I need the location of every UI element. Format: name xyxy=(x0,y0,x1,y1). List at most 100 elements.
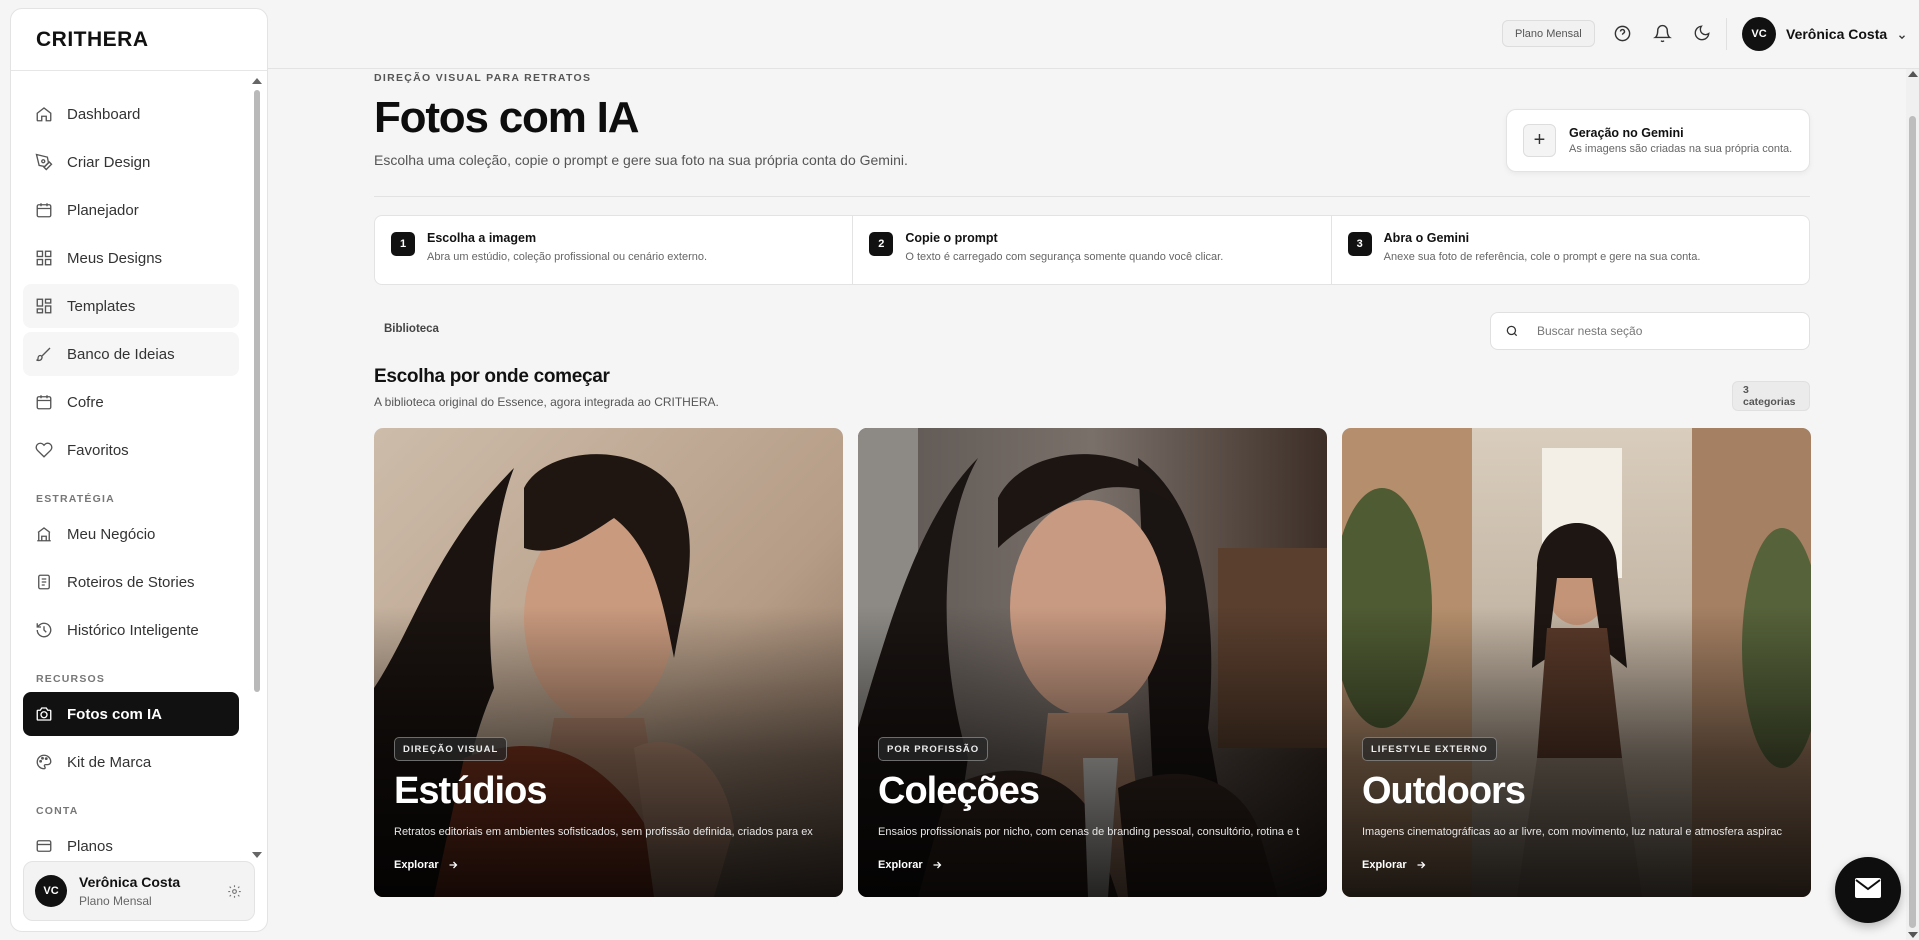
card-desc: Retratos editoriais em ambientes sofisti… xyxy=(394,826,813,838)
scroll-down-arrow-icon[interactable] xyxy=(1908,932,1918,938)
section-label-recursos: RECURSOS xyxy=(36,673,106,685)
grid-icon xyxy=(35,249,53,267)
step-desc: Abra um estúdio, coleção profissional ou… xyxy=(427,251,708,263)
sidebar-item-label: Planos xyxy=(67,837,113,853)
steps-panel: 1 Escolha a imagem Abra um estúdio, cole… xyxy=(374,215,1810,285)
bell-icon[interactable] xyxy=(1651,22,1673,44)
sidebar-nav: Dashboard Criar Design Planejador Meus D… xyxy=(11,72,267,852)
explore-link[interactable]: Explorar xyxy=(878,859,943,871)
scroll-up-arrow-icon[interactable] xyxy=(1908,71,1918,77)
sidebar-item-label: Criar Design xyxy=(67,153,151,171)
sidebar-scroll-thumb[interactable] xyxy=(254,90,260,692)
pen-tool-icon xyxy=(35,153,53,171)
sidebar-item-fotos-com-ia[interactable]: Fotos com IA xyxy=(23,692,239,736)
sidebar-item-label: Histórico Inteligente xyxy=(67,621,199,639)
gemini-generation-card[interactable]: + Geração no Gemini As imagens são criad… xyxy=(1506,109,1810,172)
plus-icon[interactable]: + xyxy=(1523,124,1556,157)
sidebar-item-dashboard[interactable]: Dashboard xyxy=(23,92,239,136)
topbar: Plano Mensal VC Verônica Costa xyxy=(268,0,1919,69)
category-count-badge: 3 categorias xyxy=(1732,381,1810,411)
card-title: Outdoors xyxy=(1362,770,1526,812)
sidebar-item-kit-de-marca[interactable]: Kit de Marca xyxy=(23,740,239,784)
sidebar-item-label: Dashboard xyxy=(67,105,141,123)
explore-link[interactable]: Explorar xyxy=(394,859,459,871)
page-scrollbar[interactable] xyxy=(1906,69,1919,940)
user-name: Verônica Costa xyxy=(1786,26,1888,42)
step-number: 1 xyxy=(391,232,415,256)
sidebar-item-label: Planejador xyxy=(67,201,139,219)
sidebar-scrollbar[interactable] xyxy=(251,74,263,858)
layout-grid-icon xyxy=(35,297,53,315)
card-colecoes[interactable]: POR PROFISSÃO Coleções Ensaios profissio… xyxy=(858,428,1327,897)
step-desc: Anexe sua foto de referência, cole o pro… xyxy=(1383,251,1701,263)
section-title: Escolha por onde começar xyxy=(374,366,610,387)
category-cards: DIREÇÃO VISUAL Estúdios Retratos editori… xyxy=(374,428,1811,897)
palette-icon xyxy=(35,753,53,771)
step-3: 3 Abra o Gemini Anexe sua foto de referê… xyxy=(1330,216,1809,284)
sidebar-item-planos[interactable]: Planos xyxy=(23,824,239,852)
user-plan: Plano Mensal xyxy=(79,894,152,908)
calendar-icon xyxy=(35,201,53,219)
explore-label: Explorar xyxy=(878,859,923,871)
mail-icon xyxy=(1855,877,1881,903)
sidebar-item-banco-de-ideias[interactable]: Banco de Ideias xyxy=(23,332,239,376)
sidebar-item-label: Templates xyxy=(67,297,136,315)
arrow-right-icon xyxy=(931,859,943,871)
home-icon xyxy=(35,105,53,123)
step-title: Abra o Gemini xyxy=(1383,231,1470,245)
plan-badge[interactable]: Plano Mensal xyxy=(1502,20,1595,47)
sidebar-item-meu-negocio[interactable]: Meu Negócio xyxy=(23,512,239,556)
scroll-down-arrow-icon[interactable] xyxy=(252,852,262,858)
sidebar-item-criar-design[interactable]: Criar Design xyxy=(23,140,239,184)
chat-fab-button[interactable] xyxy=(1835,857,1901,923)
chevron-down-icon xyxy=(1897,29,1907,40)
sidebar-item-label: Meu Negócio xyxy=(67,525,156,543)
scroll-up-arrow-icon[interactable] xyxy=(252,78,262,84)
page-title: Fotos com IA xyxy=(374,93,639,142)
card-title: Estúdios xyxy=(394,770,547,812)
sidebar-item-label: Roteiros de Stories xyxy=(67,573,195,591)
brush-icon xyxy=(35,345,53,363)
sidebar-item-label: Favoritos xyxy=(67,441,129,459)
page-eyebrow: DIREÇÃO VISUAL PARA RETRATOS xyxy=(374,72,592,84)
step-title: Copie o prompt xyxy=(905,231,998,245)
topbar-divider xyxy=(1726,18,1727,50)
sidebar-item-roteiros-de-stories[interactable]: Roteiros de Stories xyxy=(23,560,239,604)
step-1: 1 Escolha a imagem Abra um estúdio, cole… xyxy=(375,216,852,284)
sidebar-item-planejador[interactable]: Planejador xyxy=(23,188,239,232)
vault-icon xyxy=(35,393,53,411)
gemini-card-desc: As imagens são criadas na sua própria co… xyxy=(1569,143,1793,155)
camera-icon xyxy=(35,705,53,723)
search-box[interactable] xyxy=(1490,312,1810,350)
help-icon[interactable] xyxy=(1611,22,1633,44)
tab-biblioteca[interactable]: Biblioteca xyxy=(384,323,439,335)
card-tag: DIREÇÃO VISUAL xyxy=(394,737,508,761)
sidebar-item-templates[interactable]: Templates xyxy=(23,284,239,328)
sidebar-item-label: Cofre xyxy=(67,393,104,411)
document-icon xyxy=(35,573,53,591)
sidebar-user-card[interactable]: VC Verônica Costa Plano Mensal xyxy=(23,861,255,921)
page-scroll-thumb[interactable] xyxy=(1909,116,1916,928)
sidebar-item-label: Meus Designs xyxy=(67,249,163,267)
sidebar-item-cofre[interactable]: Cofre xyxy=(23,380,239,424)
card-estudios[interactable]: DIREÇÃO VISUAL Estúdios Retratos editori… xyxy=(374,428,843,897)
gear-icon[interactable] xyxy=(227,884,242,899)
user-menu[interactable]: VC Verônica Costa xyxy=(1742,17,1907,51)
sidebar-item-meus-designs[interactable]: Meus Designs xyxy=(23,236,239,280)
sidebar-item-historico-inteligente[interactable]: Histórico Inteligente xyxy=(23,608,239,652)
sidebar-item-label: Fotos com IA xyxy=(67,705,163,723)
sidebar-item-favoritos[interactable]: Favoritos xyxy=(23,428,239,472)
card-tag: POR PROFISSÃO xyxy=(878,737,989,761)
explore-link[interactable]: Explorar xyxy=(1362,859,1427,871)
gemini-card-title: Geração no Gemini xyxy=(1569,126,1684,140)
search-input[interactable] xyxy=(1537,324,1777,338)
brand-logo[interactable]: CRITHERA xyxy=(11,9,267,71)
page-subtitle: Escolha uma coleção, copie o prompt e ge… xyxy=(374,152,908,168)
moon-icon[interactable] xyxy=(1691,22,1713,44)
card-title: Coleções xyxy=(878,770,1040,812)
sidebar: CRITHERA Dashboard Criar Design Planejad… xyxy=(10,8,268,932)
step-desc: O texto é carregado com segurança soment… xyxy=(905,251,1224,263)
store-icon xyxy=(35,525,53,543)
card-outdoors[interactable]: LIFESTYLE EXTERNO Outdoors Imagens cinem… xyxy=(1342,428,1811,897)
sidebar-item-label: Banco de Ideias xyxy=(67,345,175,363)
